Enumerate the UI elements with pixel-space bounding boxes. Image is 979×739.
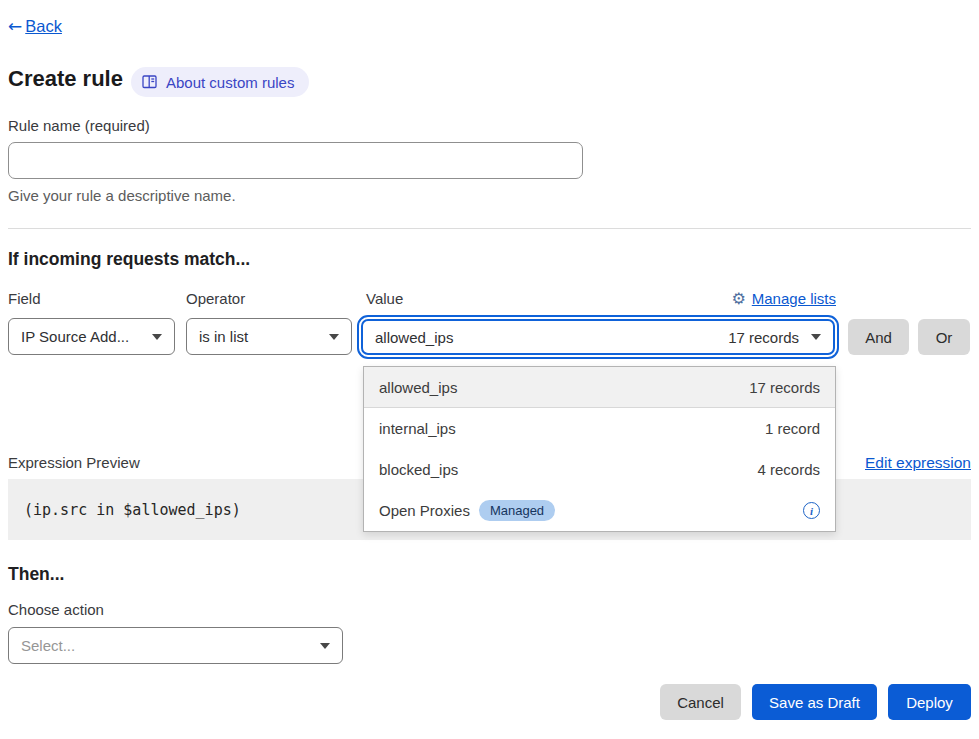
managed-badge: Managed bbox=[479, 500, 555, 521]
save-as-draft-button[interactable]: Save as Draft bbox=[752, 684, 877, 720]
dropdown-option-open-proxies[interactable]: Open Proxies Managed i bbox=[364, 490, 835, 531]
dropdown-option-blocked-ips[interactable]: blocked_ips 4 records bbox=[364, 449, 835, 490]
operator-select-value: is in list bbox=[199, 328, 248, 345]
value-select-record-count: 17 records bbox=[728, 329, 799, 346]
option-name: blocked_ips bbox=[379, 461, 458, 478]
operator-select[interactable]: is in list bbox=[186, 318, 352, 355]
rule-name-helper: Give your rule a descriptive name. bbox=[8, 187, 236, 204]
gear-icon: ⚙ bbox=[731, 289, 745, 308]
dropdown-option-allowed-ips[interactable]: allowed_ips 17 records bbox=[364, 367, 835, 408]
chevron-down-icon bbox=[329, 334, 339, 340]
page-title: Create rule bbox=[8, 66, 123, 92]
chevron-down-icon bbox=[320, 643, 330, 649]
field-label: Field bbox=[8, 290, 41, 307]
info-icon[interactable]: i bbox=[803, 502, 820, 519]
then-section-heading: Then... bbox=[8, 564, 64, 585]
back-link[interactable]: ← Back bbox=[8, 16, 62, 36]
back-label: Back bbox=[25, 17, 62, 36]
chevron-down-icon bbox=[152, 334, 162, 340]
or-button[interactable]: Or bbox=[918, 319, 970, 355]
option-name: Open Proxies bbox=[379, 502, 470, 519]
deploy-button[interactable]: Deploy bbox=[888, 684, 971, 720]
section-divider bbox=[8, 228, 971, 229]
book-icon bbox=[142, 75, 158, 89]
field-select[interactable]: IP Source Add... bbox=[8, 318, 175, 355]
action-select-placeholder: Select... bbox=[21, 637, 75, 654]
match-section-heading: If incoming requests match... bbox=[8, 249, 250, 270]
expression-preview-label: Expression Preview bbox=[8, 454, 140, 471]
manage-lists-link[interactable]: ⚙ Manage lists bbox=[731, 289, 836, 308]
back-arrow-icon: ← bbox=[8, 16, 22, 36]
option-record-count: 17 records bbox=[749, 379, 820, 396]
about-badge-label: About custom rules bbox=[166, 74, 294, 91]
rule-name-label: Rule name (required) bbox=[8, 117, 150, 134]
and-button[interactable]: And bbox=[848, 319, 909, 355]
edit-expression-link[interactable]: Edit expression bbox=[865, 454, 971, 472]
chevron-down-icon bbox=[811, 334, 821, 340]
value-dropdown-menu: allowed_ips 17 records internal_ips 1 re… bbox=[363, 366, 836, 532]
value-select-name: allowed_ips bbox=[375, 329, 453, 346]
action-select[interactable]: Select... bbox=[8, 627, 343, 664]
option-name: allowed_ips bbox=[379, 379, 457, 396]
option-record-count: 4 records bbox=[757, 461, 820, 478]
rule-name-input[interactable] bbox=[8, 142, 583, 179]
option-name: internal_ips bbox=[379, 420, 456, 437]
manage-lists-label: Manage lists bbox=[752, 290, 836, 307]
choose-action-label: Choose action bbox=[8, 601, 104, 618]
option-record-count: 1 record bbox=[765, 420, 820, 437]
value-label: Value bbox=[366, 290, 403, 307]
dropdown-option-internal-ips[interactable]: internal_ips 1 record bbox=[364, 408, 835, 449]
value-select[interactable]: allowed_ips 17 records bbox=[361, 319, 835, 355]
field-select-value: IP Source Add... bbox=[21, 328, 129, 345]
about-custom-rules-badge[interactable]: About custom rules bbox=[131, 67, 309, 97]
cancel-button[interactable]: Cancel bbox=[660, 684, 741, 720]
operator-label: Operator bbox=[186, 290, 245, 307]
